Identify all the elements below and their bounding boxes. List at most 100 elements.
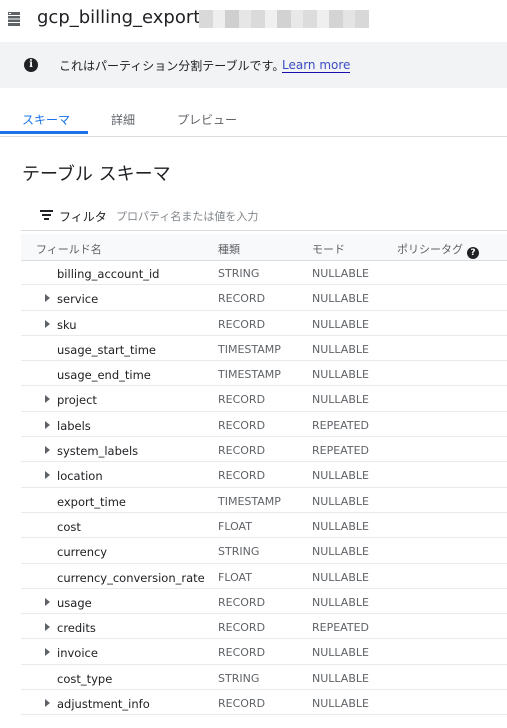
expand-arrow-icon[interactable] [45, 597, 50, 606]
schema-table-body: billing_account_id STRING NULLABLE service R… [21, 260, 507, 716]
table-row: sku RECORD NULLABLE [21, 311, 507, 336]
policy-tag-label: ポリシータグ [397, 243, 463, 256]
filter-input[interactable] [116, 207, 416, 225]
mode-cell: REPEATED [312, 418, 369, 432]
expand-arrow-icon[interactable] [45, 420, 50, 429]
table-row: billing_account_id STRING NULLABLE [21, 260, 507, 286]
expand-arrow-icon[interactable] [45, 319, 50, 328]
field-name-cell: sku [57, 317, 77, 332]
mode-cell: NULLABLE [312, 595, 369, 609]
help-icon[interactable]: ? [467, 247, 479, 259]
field-name-cell: labels [57, 418, 91, 433]
table-row: adjustment_info RECORD NULLABLE [21, 690, 507, 716]
type-cell: RECORD [218, 418, 266, 432]
mode-cell: NULLABLE [312, 267, 369, 280]
type-cell: RECORD [218, 469, 266, 483]
table-row: cost FLOAT NULLABLE [21, 513, 507, 539]
type-cell: RECORD [218, 444, 266, 458]
table-row: service RECORD NULLABLE [21, 285, 507, 311]
filter-label[interactable]: フィルタ [59, 208, 107, 225]
column-header-field-name: フィールド名 [36, 243, 102, 256]
type-cell: FLOAT [218, 519, 252, 533]
table-row: usage RECORD NULLABLE [21, 589, 507, 615]
table-row: credits RECORD REPEATED [21, 614, 507, 640]
type-cell: STRING [218, 267, 260, 280]
table-row: location RECORD NULLABLE [21, 462, 507, 488]
type-cell: TIMESTAMP [218, 494, 281, 508]
field-name-cell: usage_start_time [57, 342, 156, 357]
mode-cell: NULLABLE [312, 570, 369, 584]
mode-cell: NULLABLE [312, 469, 369, 483]
table-row: usage_end_time TIMESTAMP NULLABLE [21, 361, 507, 387]
table-row: invoice RECORD NULLABLE [21, 639, 507, 665]
type-cell: RECORD [218, 393, 266, 407]
field-name-cell: project [57, 393, 97, 408]
mode-cell: NULLABLE [312, 494, 369, 508]
field-name-cell: adjustment_info [57, 697, 150, 712]
type-cell: TIMESTAMP [218, 342, 281, 356]
field-name-cell: cost_type [57, 671, 113, 686]
expand-arrow-icon[interactable] [45, 395, 50, 404]
field-name-cell: service [57, 292, 99, 307]
mode-cell: NULLABLE [312, 393, 369, 407]
type-cell: RECORD [218, 317, 266, 331]
table-row: system_labels RECORD REPEATED [21, 437, 507, 463]
active-tab-indicator [0, 131, 88, 134]
expand-arrow-icon[interactable] [45, 623, 50, 632]
expand-arrow-icon[interactable] [45, 294, 50, 303]
table-row: labels RECORD REPEATED [21, 412, 507, 438]
learn-more-link[interactable]: Learn more [282, 58, 351, 73]
redacted-suffix [199, 10, 369, 28]
tab-preview[interactable]: プレビュー [177, 111, 237, 128]
table-row: project RECORD NULLABLE [21, 386, 507, 412]
type-cell: RECORD [218, 621, 266, 635]
field-name-cell: credits [57, 621, 96, 636]
type-cell: RECORD [218, 697, 266, 711]
type-cell: FLOAT [218, 570, 252, 584]
filter-icon[interactable] [40, 210, 53, 220]
field-name-cell: invoice [57, 646, 98, 661]
info-icon: i [24, 58, 38, 72]
mode-cell: NULLABLE [312, 292, 369, 306]
field-name-cell: export_time [57, 494, 126, 509]
tab-details[interactable]: 詳細 [111, 111, 135, 128]
type-cell: RECORD [218, 595, 266, 609]
expand-arrow-icon[interactable] [45, 699, 50, 708]
table-icon [8, 12, 20, 26]
info-text: これはパーティション分割テーブルです。 [59, 59, 285, 73]
expand-arrow-icon[interactable] [45, 471, 50, 480]
field-name-cell: system_labels [57, 444, 139, 459]
field-name-cell: location [57, 469, 103, 484]
table-row: currency_conversion_rate FLOAT NULLABLE [21, 564, 507, 589]
tab-schema[interactable]: スキーマ [22, 111, 70, 128]
expand-arrow-icon[interactable] [45, 446, 50, 455]
mode-cell: NULLABLE [312, 671, 369, 685]
table-row: usage_start_time TIMESTAMP NULLABLE [21, 336, 507, 362]
field-name-cell: usage [57, 595, 92, 610]
field-name-cell: usage_end_time [57, 368, 151, 383]
mode-cell: NULLABLE [312, 317, 369, 331]
mode-cell: NULLABLE [312, 368, 369, 382]
field-name-cell: billing_account_id [57, 267, 160, 281]
type-cell: TIMESTAMP [218, 368, 281, 382]
type-cell: STRING [218, 545, 260, 559]
mode-cell: NULLABLE [312, 646, 369, 660]
header: gcp_billing_export_v1_ [0, 0, 507, 40]
mode-cell: NULLABLE [312, 519, 369, 533]
column-header-type: 種類 [218, 243, 240, 256]
table-row: export_time TIMESTAMP NULLABLE [21, 488, 507, 513]
section-title: テーブル スキーマ [22, 164, 171, 185]
table-row: cost_type STRING NULLABLE [21, 665, 507, 691]
mode-cell: REPEATED [312, 621, 369, 635]
filter-divider [21, 230, 507, 231]
mode-cell: NULLABLE [312, 342, 369, 356]
table-row: currency STRING NULLABLE [21, 538, 507, 564]
mode-cell: NULLABLE [312, 545, 369, 559]
field-name-cell: currency_conversion_rate [57, 570, 205, 585]
schema-table-header: フィールド名 種類 モード ポリシータグ? [21, 234, 507, 261]
mode-cell: REPEATED [312, 444, 369, 458]
column-header-policy-tag: ポリシータグ? [397, 241, 479, 259]
mode-cell: NULLABLE [312, 697, 369, 711]
expand-arrow-icon[interactable] [45, 648, 50, 657]
type-cell: RECORD [218, 646, 266, 660]
